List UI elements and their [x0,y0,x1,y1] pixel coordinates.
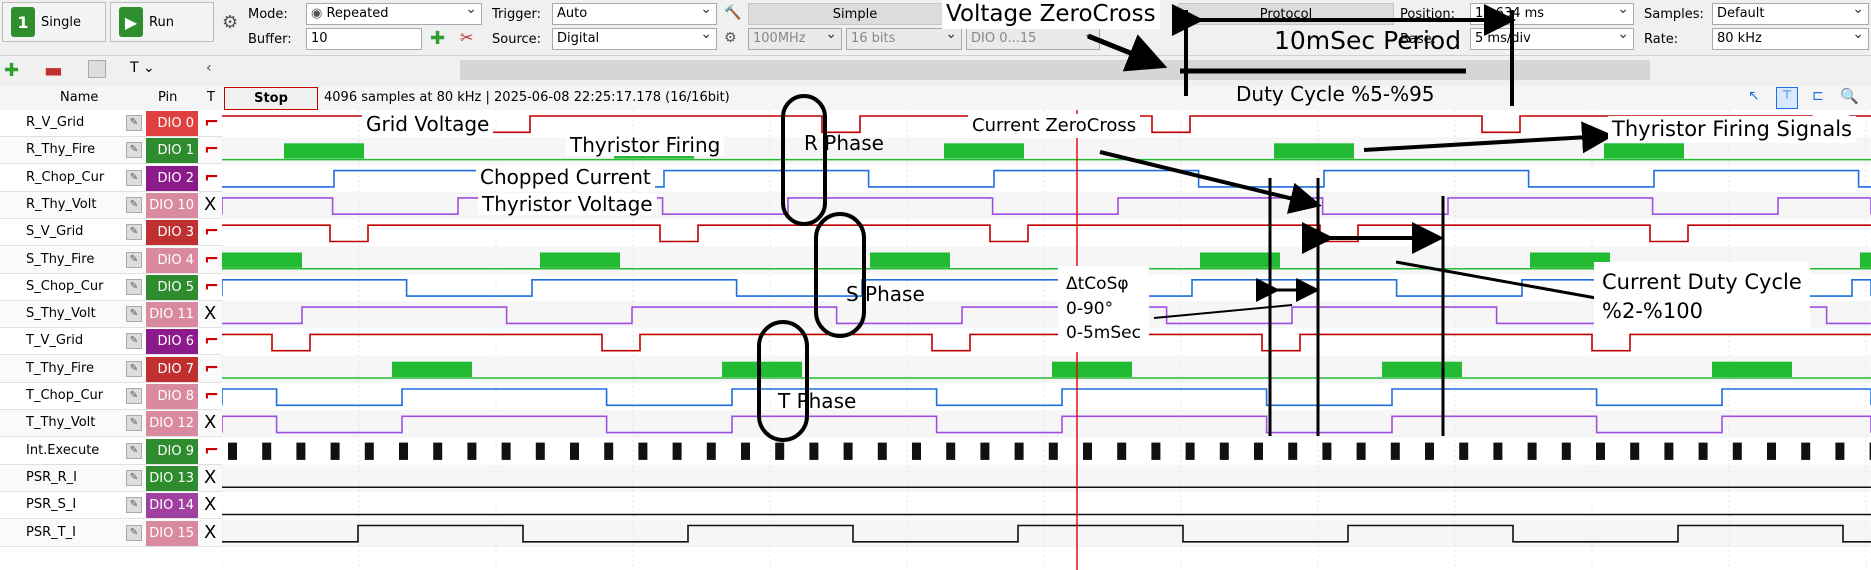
vzc-arrow [1087,33,1168,72]
grid-voltage-label: Grid Voltage [362,113,494,135]
delta-cos-label: ΔtCoSφ 0-90° 0-5mSec [1058,266,1149,352]
annotation-lines [757,4,1614,442]
delta-line-2: 0-90° [1066,298,1114,319]
duty-cycle-label: Duty Cycle %5-%95 [1236,82,1435,106]
current-zerocross-label: Current ZeroCross [968,114,1141,138]
period-label: 10mSec Period [1274,26,1462,55]
r-phase-label: R Phase [804,131,884,155]
thyristor-voltage-label: Thyristor Voltage [478,193,657,215]
delta-line-3: 0-5mSec [1066,323,1141,344]
thyristor-firing-label: Thyristor Firing [566,134,725,156]
s-phase-oval [814,212,866,338]
thyristor-firing-signals-label: Thyristor Firing Signals [1608,116,1856,144]
t-phase-oval [757,320,809,442]
current-duty-label: Current Duty Cycle %2-%100 [1594,262,1810,333]
tfs-arrow [1363,121,1614,154]
s-phase-label: S Phase [846,282,925,306]
current-duty-line-1: Current Duty Cycle [1602,270,1802,294]
chopped-current-label: Chopped Current [476,166,655,188]
voltage-zerocross-label: Voltage ZeroCross [942,0,1160,30]
t-phase-label: T Phase [778,389,857,413]
current-duty-pointer [1395,260,1597,300]
delta-line-1: ΔtCoSφ [1066,274,1129,294]
r-phase-oval [781,94,827,226]
current-duty-line-2: %2-%100 [1602,299,1703,324]
czc-arrow [1099,150,1322,214]
